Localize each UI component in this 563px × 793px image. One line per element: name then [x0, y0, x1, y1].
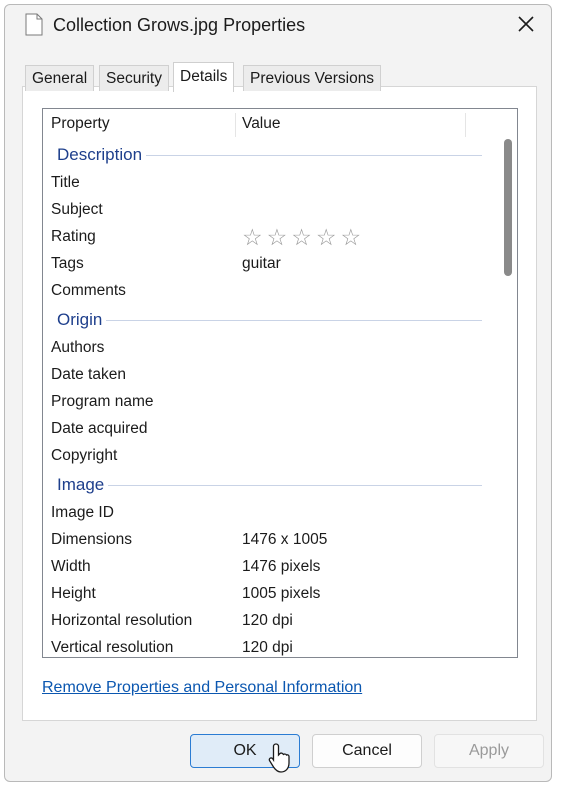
property-name: Tags: [51, 255, 84, 272]
tab-general[interactable]: General: [25, 65, 95, 91]
vertical-scrollbar[interactable]: [498, 110, 516, 656]
property-name: Image ID: [51, 504, 114, 521]
list-item[interactable]: Dimensions 1476 x 1005: [43, 528, 498, 555]
list-item[interactable]: Copyright: [43, 444, 498, 471]
property-name: Width: [51, 558, 91, 575]
property-value: 1476 x 1005: [242, 531, 328, 548]
star-icon[interactable]: ☆: [267, 225, 288, 251]
property-value: 120 dpi: [242, 639, 293, 656]
property-name: Subject: [51, 201, 103, 218]
list-item[interactable]: Height 1005 pixels: [43, 582, 498, 609]
property-name: Title: [51, 174, 80, 191]
remove-properties-link[interactable]: Remove Properties and Personal Informati…: [42, 679, 362, 697]
list-item[interactable]: Comments: [43, 279, 498, 306]
property-name: Dimensions: [51, 531, 132, 548]
window-title: Collection Grows.jpg Properties: [53, 15, 306, 35]
list-rows: Description Title Subject Rating ☆ ☆ ☆ ☆…: [43, 141, 498, 657]
rating-stars[interactable]: ☆ ☆ ☆ ☆ ☆: [242, 225, 361, 251]
group-label: Description: [57, 145, 147, 165]
list-item[interactable]: Vertical resolution 120 dpi: [43, 636, 498, 657]
list-item[interactable]: Image ID: [43, 501, 498, 528]
mouse-pointer-icon: [268, 743, 290, 773]
star-icon[interactable]: ☆: [291, 225, 312, 251]
title-bar: Collection Grows.jpg Properties: [5, 5, 551, 47]
column-divider[interactable]: [465, 113, 466, 137]
list-item[interactable]: Rating ☆ ☆ ☆ ☆ ☆: [43, 225, 498, 252]
property-name: Copyright: [51, 447, 118, 464]
property-name: Program name: [51, 393, 154, 410]
column-divider[interactable]: [235, 113, 236, 137]
list-item[interactable]: Date taken: [43, 363, 498, 390]
list-item[interactable]: Horizontal resolution 120 dpi: [43, 609, 498, 636]
list-item[interactable]: Subject: [43, 198, 498, 225]
list-item[interactable]: Title: [43, 171, 498, 198]
star-icon[interactable]: ☆: [341, 225, 362, 251]
group-divider: [57, 485, 482, 486]
properties-dialog: Collection Grows.jpg Properties General …: [4, 4, 552, 782]
tab-previous-versions[interactable]: Previous Versions: [243, 65, 382, 91]
close-button[interactable]: [511, 9, 541, 39]
list-header: Property Value: [43, 109, 498, 139]
property-value: guitar: [242, 255, 281, 272]
column-header-property[interactable]: Property: [51, 109, 110, 139]
group-label: Image: [57, 475, 109, 495]
property-name: Horizontal resolution: [51, 612, 193, 629]
property-name: Date acquired: [51, 420, 148, 437]
group-label: Origin: [57, 310, 107, 330]
list-item[interactable]: Authors: [43, 336, 498, 363]
property-value: 1476 pixels: [242, 558, 321, 575]
list-item[interactable]: Tags guitar: [43, 252, 498, 279]
property-value: 120 dpi: [242, 612, 293, 629]
group-header-origin: Origin: [43, 306, 498, 336]
scrollbar-thumb[interactable]: [504, 139, 512, 276]
group-header-image: Image: [43, 471, 498, 501]
list-item[interactable]: Date acquired: [43, 417, 498, 444]
property-name: Rating: [51, 228, 96, 245]
list-item[interactable]: Width 1476 pixels: [43, 555, 498, 582]
tab-details[interactable]: Details: [173, 62, 235, 92]
star-icon[interactable]: ☆: [242, 225, 263, 251]
property-name: Authors: [51, 339, 105, 356]
property-name: Date taken: [51, 366, 126, 383]
star-icon[interactable]: ☆: [316, 225, 337, 251]
group-divider: [57, 320, 482, 321]
property-name: Height: [51, 585, 96, 602]
file-icon: [25, 13, 43, 36]
property-name: Vertical resolution: [51, 639, 174, 656]
apply-button[interactable]: Apply: [434, 734, 544, 768]
column-header-value[interactable]: Value: [242, 109, 281, 139]
group-header-description: Description: [43, 141, 498, 171]
cancel-button[interactable]: Cancel: [312, 734, 422, 768]
property-value: 1005 pixels: [242, 585, 321, 602]
tab-security[interactable]: Security: [99, 65, 169, 91]
close-icon: [518, 16, 534, 32]
properties-list[interactable]: Property Value Description Title Subject…: [42, 108, 518, 658]
property-name: Comments: [51, 282, 126, 299]
list-item[interactable]: Program name: [43, 390, 498, 417]
